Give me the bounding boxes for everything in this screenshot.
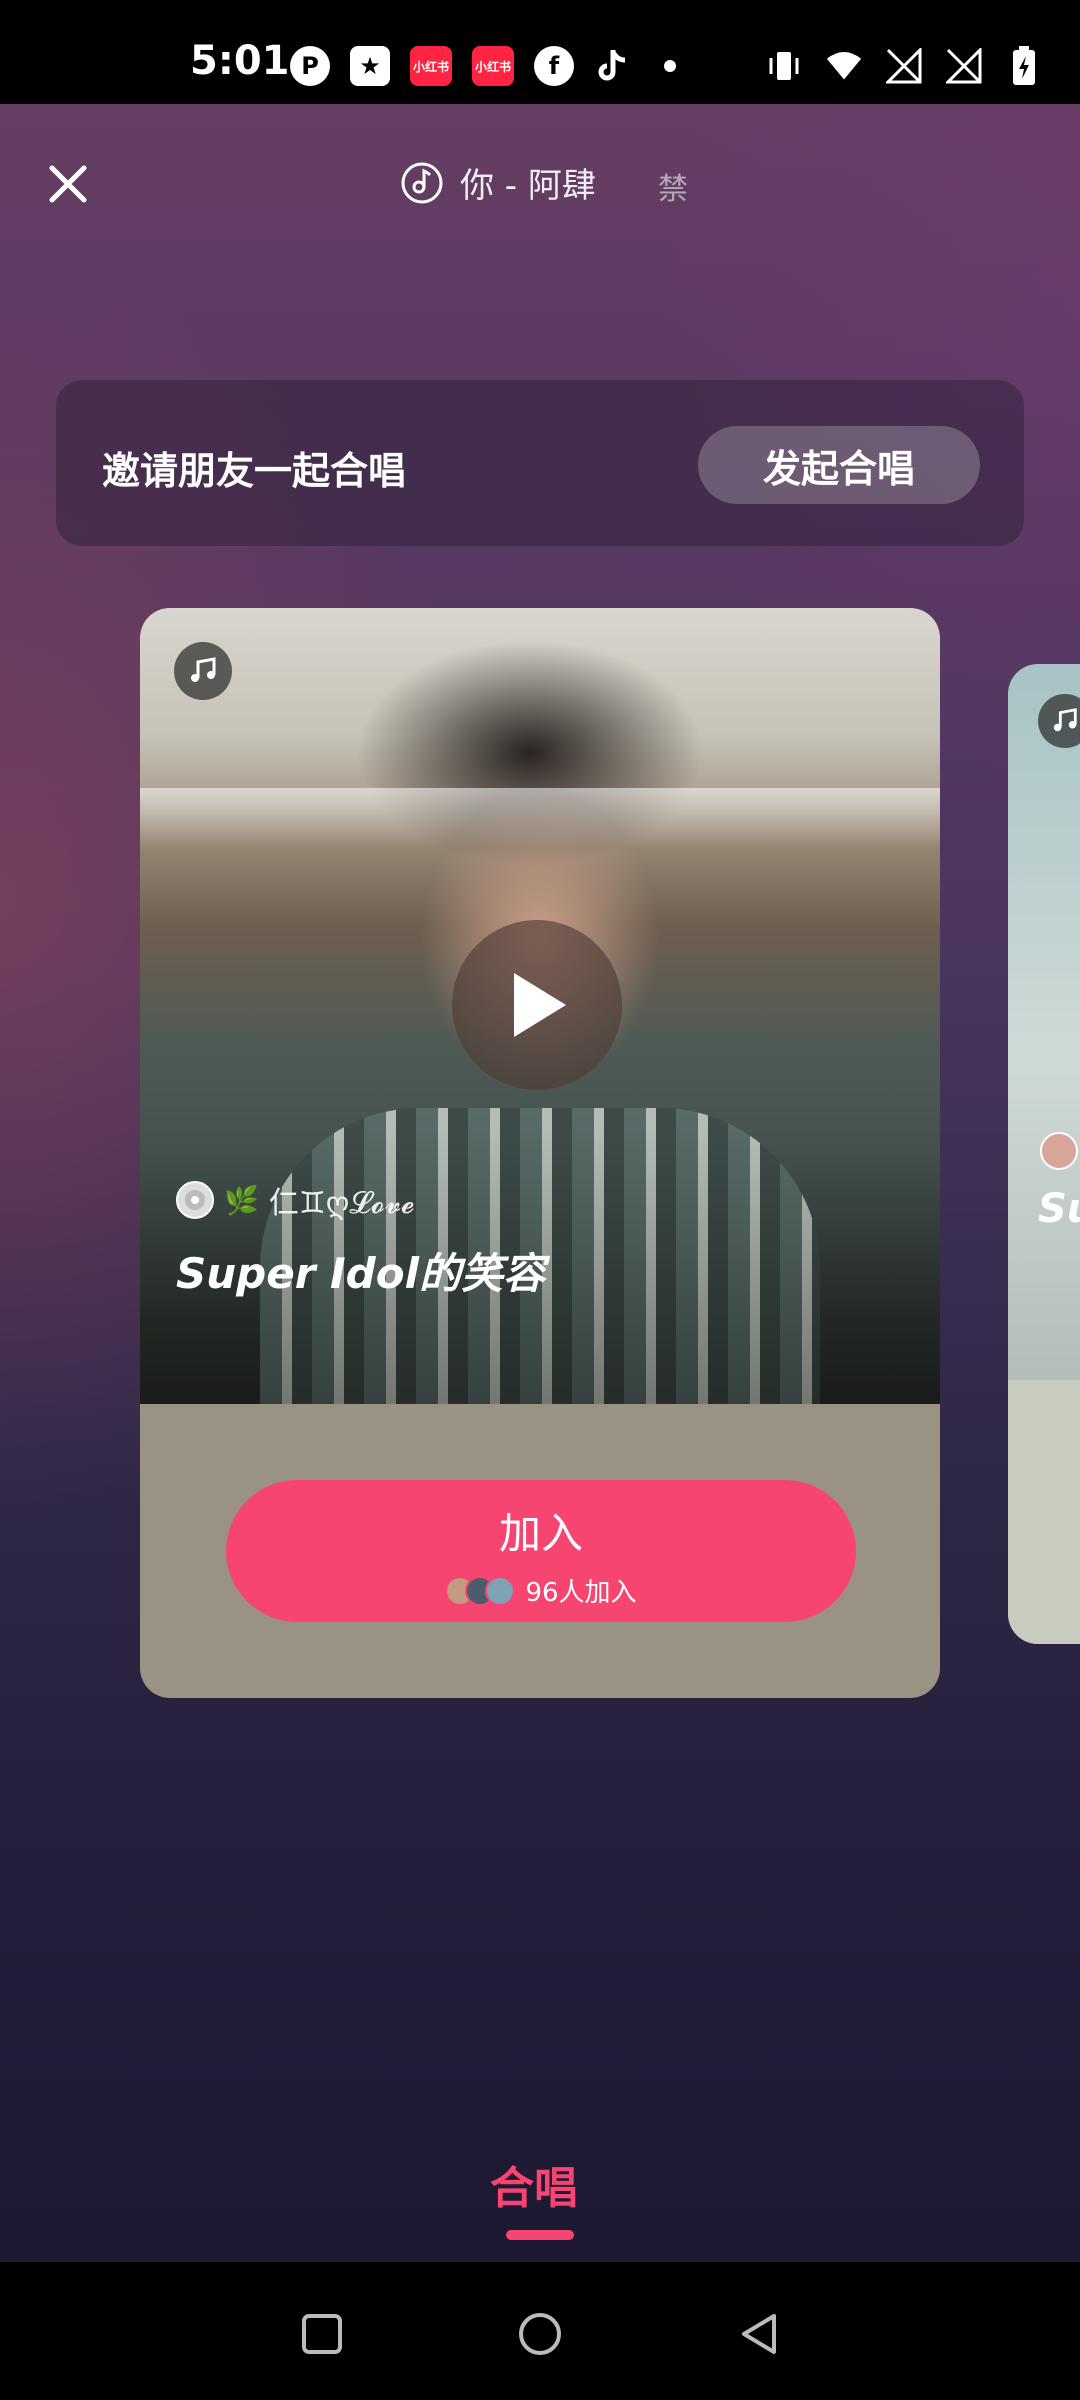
avatar[interactable] xyxy=(176,1181,214,1219)
chorus-card[interactable]: 🌿 仁♊ღ𝓛𝓸𝓿𝓮 Super Idol的笑容 加入 96人加入 xyxy=(140,608,940,1698)
start-chorus-button[interactable]: 发起合唱 xyxy=(698,426,980,504)
join-button[interactable]: 加入 96人加入 xyxy=(226,1480,856,1622)
vibrate-icon xyxy=(766,46,802,86)
join-count: 96人加入 xyxy=(525,1578,637,1608)
tab-chorus[interactable]: 合唱 xyxy=(490,2152,578,2216)
song-title: Super Idol的笑容 xyxy=(176,1249,545,1298)
music-disc-icon xyxy=(401,162,443,203)
music-note-icon xyxy=(1038,694,1080,748)
p-icon: P xyxy=(290,46,330,86)
tab-indicator xyxy=(506,2230,574,2240)
now-playing-song: 你 - 阿肆 xyxy=(460,166,596,206)
photo-shelf xyxy=(140,788,940,848)
dot-icon xyxy=(664,60,676,72)
next-song-hint: 禁 xyxy=(658,172,688,207)
invite-text: 邀请朋友一起合唱 xyxy=(102,449,407,493)
close-icon[interactable] xyxy=(44,160,92,208)
system-icons xyxy=(766,46,1042,86)
star-icon: ★ xyxy=(350,46,390,86)
no-signal-icon xyxy=(946,46,982,86)
status-bar: 5:01 P ★ 小红书 小红书 f xyxy=(0,0,1080,104)
play-icon xyxy=(514,973,566,1037)
avatar xyxy=(1040,1132,1078,1170)
wifi-icon xyxy=(826,46,862,86)
owner-info[interactable]: 🌿 仁♊ღ𝓛𝓸𝓿𝓮 xyxy=(176,1178,415,1222)
participant-avatars xyxy=(445,1575,516,1606)
navigation-bar xyxy=(0,2262,1080,2400)
no-signal-icon xyxy=(886,46,922,86)
xiaohongshu-icon: 小红书 xyxy=(472,46,514,86)
invite-banner: 邀请朋友一起合唱 发起合唱 xyxy=(56,380,1024,546)
facebook-icon: f xyxy=(534,46,574,86)
owner-name: 仁♊ღ𝓛𝓸𝓿𝓮 xyxy=(268,1186,415,1221)
music-note-icon xyxy=(174,642,232,700)
back-icon[interactable] xyxy=(730,2304,790,2364)
next-song-title: Su xyxy=(1038,1186,1080,1232)
leaf-icon: 🌿 xyxy=(224,1183,259,1217)
join-label: 加入 xyxy=(498,1509,583,1558)
home-icon[interactable] xyxy=(510,2304,570,2364)
next-chorus-card[interactable]: Su xyxy=(1008,664,1080,1644)
recents-icon[interactable] xyxy=(292,2304,352,2364)
join-count-row: 96人加入 xyxy=(226,1572,856,1609)
now-playing[interactable]: 你 - 阿肆 禁 xyxy=(400,158,688,207)
notification-icons: P ★ 小红书 小红书 f xyxy=(290,46,676,86)
status-time: 5:01 xyxy=(190,38,290,84)
battery-charging-icon xyxy=(1006,46,1042,86)
xiaohongshu-icon: 小红书 xyxy=(410,46,452,86)
avatar xyxy=(485,1575,516,1606)
tiktok-icon xyxy=(594,46,630,86)
play-button[interactable] xyxy=(452,920,622,1090)
next-card-footer xyxy=(1008,1380,1080,1644)
